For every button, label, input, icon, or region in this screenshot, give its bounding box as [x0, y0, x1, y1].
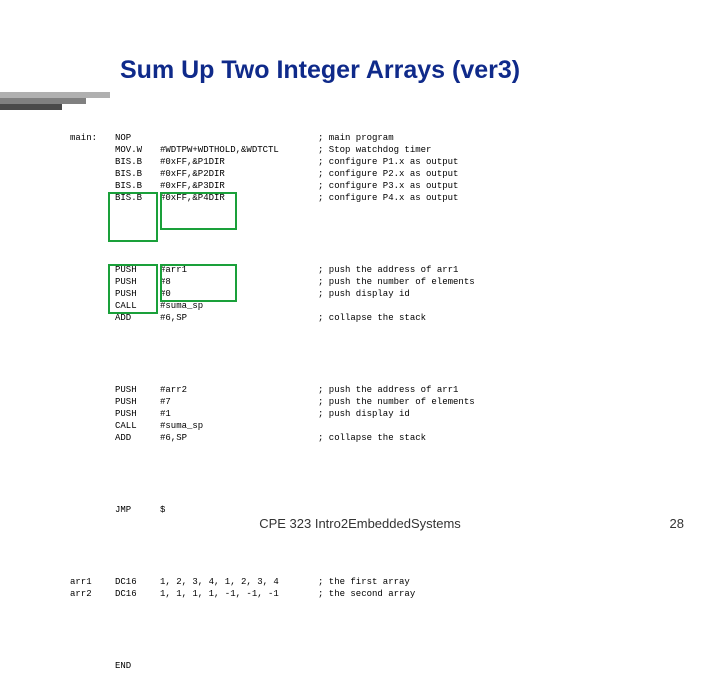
code-comment: ; Stop watchdog timer	[318, 144, 670, 156]
rule-segment	[0, 104, 62, 110]
code-line: MOV.W#WDTPW+WDTHOLD,&WDTCTL; Stop watchd…	[70, 144, 670, 156]
code-operands: #1	[160, 408, 318, 420]
code-operands: #6,SP	[160, 432, 318, 444]
code-mnemonic: ADD	[115, 432, 160, 444]
code-mnemonic: DC16	[115, 576, 160, 588]
code-line: CALL#suma_sp	[70, 420, 670, 432]
code-comment: ; push the number of elements	[318, 276, 670, 288]
code-comment: ; push display id	[318, 288, 670, 300]
code-comment: ; push display id	[318, 408, 670, 420]
code-block: PUSH#arr2; push the address of arr1PUSH#…	[70, 384, 670, 444]
code-line: arr2DC161, 1, 1, 1, -1, -1, -1; the seco…	[70, 588, 670, 600]
code-block: END	[70, 660, 670, 672]
code-mnemonic: END	[115, 660, 160, 672]
highlight-box	[108, 192, 158, 242]
code-comment: ; configure P4.x as output	[318, 192, 670, 204]
code-mnemonic: PUSH	[115, 408, 160, 420]
code-comment: ; main program	[318, 132, 670, 144]
code-label: arr2	[70, 588, 115, 600]
code-operands: #0xFF,&P1DIR	[160, 156, 318, 168]
code-line: JMP$	[70, 504, 670, 516]
code-label: main:	[70, 132, 115, 144]
code-mnemonic: BIS.B	[115, 180, 160, 192]
code-mnemonic: BIS.B	[115, 156, 160, 168]
code-mnemonic: MOV.W	[115, 144, 160, 156]
code-mnemonic: JMP	[115, 504, 160, 516]
code-comment: ; configure P3.x as output	[318, 180, 670, 192]
code-line: PUSH#1; push display id	[70, 408, 670, 420]
highlight-box	[160, 264, 237, 302]
code-comment: ; collapse the stack	[318, 312, 670, 324]
code-mnemonic: DC16	[115, 588, 160, 600]
code-comment: ; configure P2.x as output	[318, 168, 670, 180]
code-comment: ; push the address of arr1	[318, 384, 670, 396]
code-operands: #6,SP	[160, 312, 318, 324]
slide-title: Sum Up Two Integer Arrays (ver3)	[0, 56, 720, 85]
code-operands: #0xFF,&P3DIR	[160, 180, 318, 192]
code-block: JMP$	[70, 504, 670, 516]
code-block: arr1DC161, 2, 3, 4, 1, 2, 3, 4; the firs…	[70, 576, 670, 600]
highlight-box	[160, 192, 237, 230]
code-operands: #suma_sp	[160, 420, 318, 432]
code-mnemonic: NOP	[115, 132, 160, 144]
code-line: BIS.B#0xFF,&P1DIR; configure P1.x as out…	[70, 156, 670, 168]
code-operands: #WDTPW+WDTHOLD,&WDTCTL	[160, 144, 318, 156]
code-mnemonic: CALL	[115, 420, 160, 432]
code-line: arr1DC161, 2, 3, 4, 1, 2, 3, 4; the firs…	[70, 576, 670, 588]
slide: Sum Up Two Integer Arrays (ver3) main:NO…	[0, 0, 720, 540]
code-operands: #arr2	[160, 384, 318, 396]
page-number: 28	[670, 516, 684, 531]
code-line: PUSH#7; push the number of elements	[70, 396, 670, 408]
code-comment: ; the first array	[318, 576, 670, 588]
code-line: ADD#6,SP; collapse the stack	[70, 312, 670, 324]
code-comment: ; push the address of arr1	[318, 264, 670, 276]
code-line: BIS.B#0xFF,&P3DIR; configure P3.x as out…	[70, 180, 670, 192]
code-line: PUSH#arr2; push the address of arr1	[70, 384, 670, 396]
code-comment: ; the second array	[318, 588, 670, 600]
code-mnemonic: PUSH	[115, 384, 160, 396]
footer-text: CPE 323 Intro2EmbeddedSystems	[259, 516, 461, 531]
code-operands: #0xFF,&P2DIR	[160, 168, 318, 180]
highlight-box	[108, 264, 158, 314]
code-line: main:NOP ; main program	[70, 132, 670, 144]
code-line: ADD#6,SP; collapse the stack	[70, 432, 670, 444]
code-operands: 1, 1, 1, 1, -1, -1, -1	[160, 588, 318, 600]
title-area: Sum Up Two Integer Arrays (ver3)	[0, 56, 720, 85]
code-mnemonic: PUSH	[115, 396, 160, 408]
code-operands: 1, 2, 3, 4, 1, 2, 3, 4	[160, 576, 318, 588]
code-line: BIS.B#0xFF,&P2DIR; configure P2.x as out…	[70, 168, 670, 180]
code-label: arr1	[70, 576, 115, 588]
code-comment: ; collapse the stack	[318, 432, 670, 444]
code-comment: ; configure P1.x as output	[318, 156, 670, 168]
code-mnemonic: BIS.B	[115, 168, 160, 180]
code-operands: $	[160, 504, 318, 516]
code-comment: ; push the number of elements	[318, 396, 670, 408]
code-line: END	[70, 660, 670, 672]
code-operands: #7	[160, 396, 318, 408]
